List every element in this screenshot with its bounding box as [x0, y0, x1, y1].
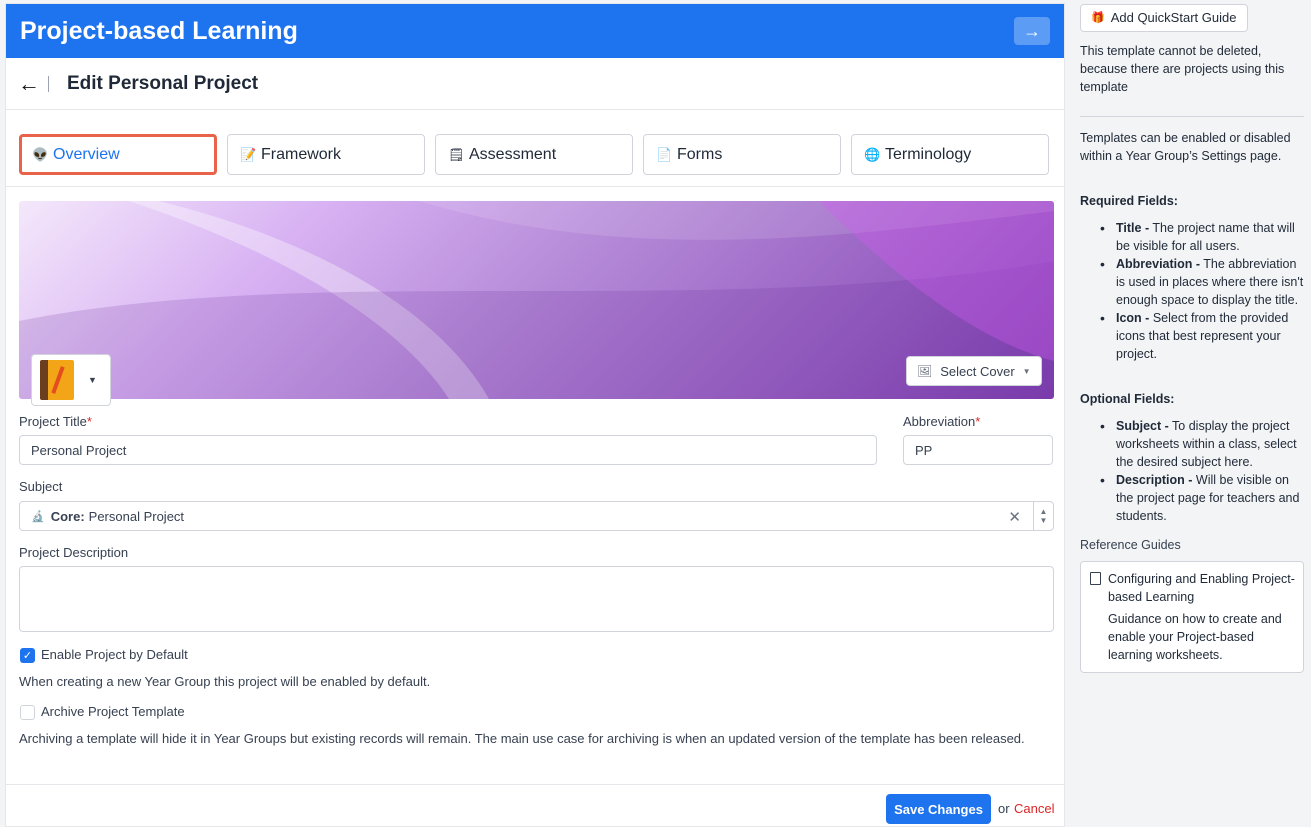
- tab-framework[interactable]: 📝 Framework: [227, 134, 425, 175]
- quickstart-label: Add QuickStart Guide: [1110, 10, 1237, 25]
- description-textarea[interactable]: [19, 566, 1054, 632]
- tab-label: Framework: [261, 145, 342, 163]
- subject-select[interactable]: 🔬 Core: Personal Project ✕ ▲ ▼: [19, 501, 1054, 531]
- list-item: Title - The project name that will be vi…: [1098, 219, 1304, 255]
- tab-label: Assessment: [469, 145, 557, 163]
- note-icon: 📄: [656, 146, 673, 162]
- project-icon-picker[interactable]: ▼: [31, 354, 111, 406]
- reference-title: Configuring and Enabling Project-based L…: [1108, 572, 1295, 604]
- save-changes-button[interactable]: Save Changes: [886, 794, 991, 824]
- cancel-link[interactable]: Cancel: [1014, 801, 1054, 816]
- project-title-label: Project Title*: [19, 414, 92, 429]
- caret-down-icon: ▼: [1022, 366, 1031, 376]
- enable-checkbox[interactable]: ✓: [20, 648, 35, 663]
- tab-forms[interactable]: 📄 Forms: [643, 134, 841, 175]
- archive-checkbox[interactable]: [20, 705, 35, 720]
- reference-heading: Reference Guides: [1080, 538, 1181, 552]
- tab-assessment[interactable]: 🗒 Assessment: [435, 134, 633, 175]
- alien-icon: 👽: [32, 146, 49, 162]
- project-title-input[interactable]: Personal Project: [19, 435, 877, 465]
- page-title: Edit Personal Project: [67, 72, 259, 94]
- cover-image: [19, 201, 1054, 399]
- notebook-pen-icon: [40, 360, 74, 400]
- required-heading: Required Fields:: [1080, 194, 1178, 208]
- optional-heading: Optional Fields:: [1080, 392, 1175, 406]
- arrow-left-icon[interactable]: ←: [18, 71, 40, 97]
- list-item: Icon - Select from the provided icons th…: [1098, 309, 1304, 363]
- enable-label: Enable Project by Default: [41, 647, 188, 662]
- subject-prefix: Core:: [50, 508, 85, 524]
- reference-description: Guidance on how to create and enable you…: [1108, 612, 1282, 662]
- reference-card[interactable]: Configuring and Enabling Project-based L…: [1080, 561, 1304, 673]
- chevron-updown-icon[interactable]: ▲ ▼: [1033, 502, 1053, 530]
- list-item: Description - Will be visible on the pro…: [1098, 471, 1304, 525]
- tab-terminology[interactable]: 🌐 Terminology: [851, 134, 1049, 175]
- globe-icon: 🌐: [864, 146, 881, 162]
- add-quickstart-button[interactable]: 🎁 Add QuickStart Guide: [1080, 4, 1248, 32]
- templates-intro: Templates can be enabled or disabled wit…: [1080, 131, 1291, 163]
- or-text: or: [998, 801, 1010, 816]
- abbreviation-label: Abbreviation*: [903, 414, 981, 429]
- required-list: Title - The project name that will be vi…: [1098, 219, 1304, 363]
- subject-label: Subject: [19, 479, 63, 494]
- list-item: Subject - To display the project workshe…: [1098, 417, 1304, 471]
- divider: [6, 186, 1064, 187]
- cover-waves: [19, 201, 1054, 399]
- select-cover-label: Select Cover: [940, 363, 1015, 379]
- tab-overview[interactable]: 👽 Overview: [19, 134, 217, 175]
- image-icon: 🖼: [917, 364, 933, 378]
- divider: [6, 784, 1064, 785]
- close-icon[interactable]: ✕: [1008, 508, 1021, 526]
- book-icon: [1090, 572, 1101, 585]
- main-panel: Project-based Learning → ← Edit Personal…: [5, 3, 1065, 827]
- subject-value: Personal Project: [88, 508, 185, 524]
- select-cover-button[interactable]: 🖼 Select Cover ▼: [906, 356, 1042, 386]
- divider: [48, 75, 49, 92]
- app-title: Project-based Learning: [20, 16, 298, 45]
- memo-icon: 📝: [240, 146, 257, 162]
- help-sidebar: 🎁 Add QuickStart Guide This template can…: [1068, 0, 1311, 827]
- tab-label: Overview: [53, 145, 120, 163]
- app-header: Project-based Learning →: [6, 4, 1064, 58]
- divider: [1080, 116, 1304, 117]
- abbreviation-input[interactable]: PP: [903, 435, 1053, 465]
- tab-bar: 👽 Overview 📝 Framework 🗒 Assessment 📄 Forms …: [19, 134, 1054, 175]
- clipboard-icon: 🗒: [448, 146, 465, 162]
- list-item: Abbreviation - The abbreviation is used …: [1098, 255, 1304, 309]
- archive-help-text: Archiving a template will hide it in Yea…: [19, 731, 1025, 746]
- delete-note: This template cannot be deleted, because…: [1080, 44, 1285, 94]
- gift-icon: 🎁: [1091, 12, 1105, 24]
- arrow-right-icon[interactable]: →: [1014, 17, 1050, 45]
- description-label: Project Description: [19, 545, 129, 560]
- microscope-icon: 🔬: [31, 510, 45, 523]
- tab-label: Terminology: [885, 145, 972, 163]
- tab-label: Forms: [677, 145, 723, 163]
- optional-list: Subject - To display the project workshe…: [1098, 417, 1304, 525]
- enable-help-text: When creating a new Year Group this proj…: [19, 674, 431, 689]
- caret-down-icon: ▼: [88, 375, 97, 385]
- archive-label: Archive Project Template: [41, 704, 185, 719]
- page-header: ← Edit Personal Project: [6, 58, 1064, 110]
